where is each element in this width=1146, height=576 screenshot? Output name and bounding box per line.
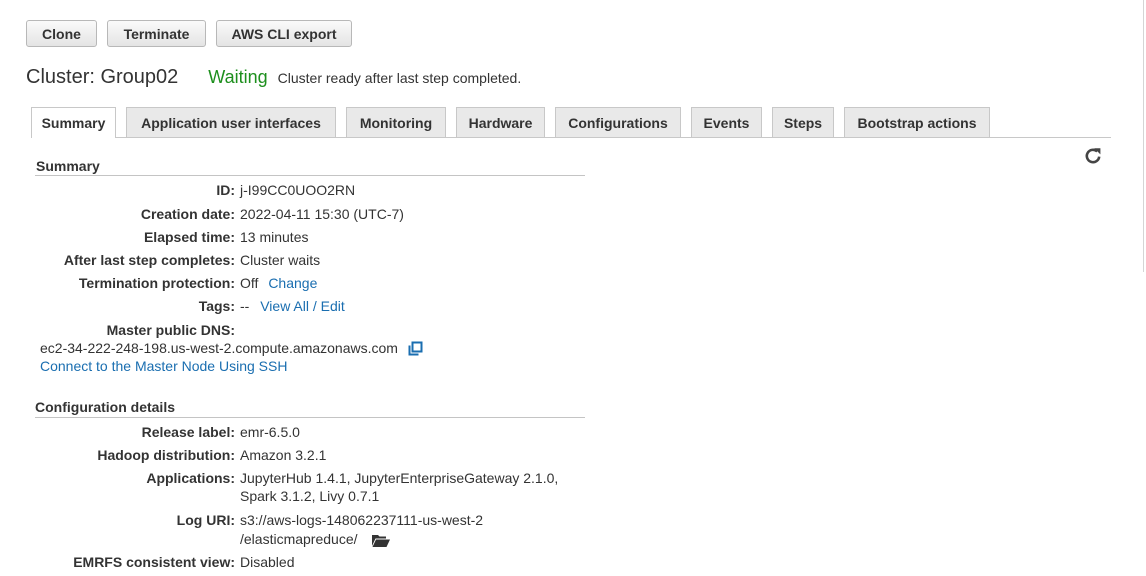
id-label: ID:: [216, 182, 235, 198]
applications-label: Applications:: [146, 470, 235, 486]
tab-hardware[interactable]: Hardware: [456, 107, 545, 137]
ssh-connect-row: Connect to the Master Node Using SSH: [40, 358, 287, 374]
log-uri-row-2: /elasticmapreduce/: [240, 531, 391, 551]
configuration-divider: [35, 417, 585, 418]
release-label-value: emr-6.5.0: [240, 424, 300, 440]
creation-date-value: 2022-04-11 15:30 (UTC-7): [240, 206, 404, 222]
tab-bar: Summary Application user interfaces Moni…: [31, 107, 1111, 138]
tags-value: --: [240, 298, 250, 314]
copy-icon[interactable]: [408, 341, 423, 359]
summary-heading: Summary: [36, 158, 100, 174]
tags-row: -- View All / Edit: [240, 298, 345, 314]
hadoop-distribution-value: Amazon 3.2.1: [240, 447, 327, 463]
tab-bootstrap-actions[interactable]: Bootstrap actions: [844, 107, 990, 137]
log-uri-value-line2: /elasticmapreduce/: [240, 531, 358, 547]
clone-button[interactable]: Clone: [26, 20, 97, 47]
log-uri-value-line1: s3://aws-logs-148062237111-us-west-2: [240, 512, 484, 528]
configuration-details-heading: Configuration details: [35, 399, 175, 415]
hadoop-distribution-label: Hadoop distribution:: [97, 447, 235, 463]
master-dns-value: ec2-34-222-248-198.us-west-2.compute.ama…: [40, 340, 398, 356]
emrfs-consistent-view-value: Disabled: [240, 554, 295, 570]
change-termination-link[interactable]: Change: [268, 275, 317, 291]
master-dns-row: ec2-34-222-248-198.us-west-2.compute.ama…: [40, 340, 423, 359]
release-label-label: Release label:: [141, 424, 235, 440]
status-badge: Waiting: [208, 67, 268, 87]
tab-steps[interactable]: Steps: [772, 107, 834, 137]
aws-cli-export-button[interactable]: AWS CLI export: [216, 20, 352, 47]
elapsed-time-label: Elapsed time:: [143, 229, 235, 245]
creation-date-label: Creation date:: [140, 206, 235, 222]
termination-protection-row: Off Change: [240, 275, 317, 291]
tab-application-user-interfaces[interactable]: Application user interfaces: [126, 107, 336, 137]
terminate-button[interactable]: Terminate: [107, 20, 206, 47]
tags-label: Tags:: [198, 298, 235, 314]
tab-monitoring[interactable]: Monitoring: [346, 107, 446, 137]
after-last-step-value: Cluster waits: [240, 252, 321, 268]
tab-configurations[interactable]: Configurations: [555, 107, 681, 137]
tab-summary[interactable]: Summary: [31, 107, 116, 138]
log-uri-label: Log URI:: [176, 512, 235, 528]
refresh-icon[interactable]: [1083, 146, 1103, 166]
folder-open-icon[interactable]: [371, 533, 391, 551]
applications-value-line1: JupyterHub 1.4.1, JupyterEnterpriseGatew…: [240, 470, 559, 486]
scroll-rail: [1143, 0, 1144, 272]
status-description: Cluster ready after last step completed.: [277, 70, 522, 86]
termination-protection-value: Off: [240, 275, 259, 291]
emrfs-consistent-view-label: EMRFS consistent view:: [73, 554, 235, 570]
id-value: j-I99CC0UOO2RN: [240, 182, 356, 198]
summary-divider: [35, 175, 585, 176]
page-title: Cluster: Group02: [26, 66, 179, 88]
master-dns-label: Master public DNS:: [106, 322, 235, 338]
tab-events[interactable]: Events: [691, 107, 762, 137]
termination-protection-label: Termination protection:: [78, 275, 235, 291]
view-edit-tags-link[interactable]: View All / Edit: [260, 298, 345, 314]
elapsed-time-value: 13 minutes: [240, 229, 309, 245]
connect-ssh-link[interactable]: Connect to the Master Node Using SSH: [40, 358, 287, 374]
after-last-step-label: After last step completes:: [63, 252, 235, 268]
cluster-header: Cluster: Group02 Waiting Cluster ready a…: [26, 66, 521, 89]
applications-value-line2: Spark 3.1.2, Livy 0.7.1: [240, 488, 380, 504]
